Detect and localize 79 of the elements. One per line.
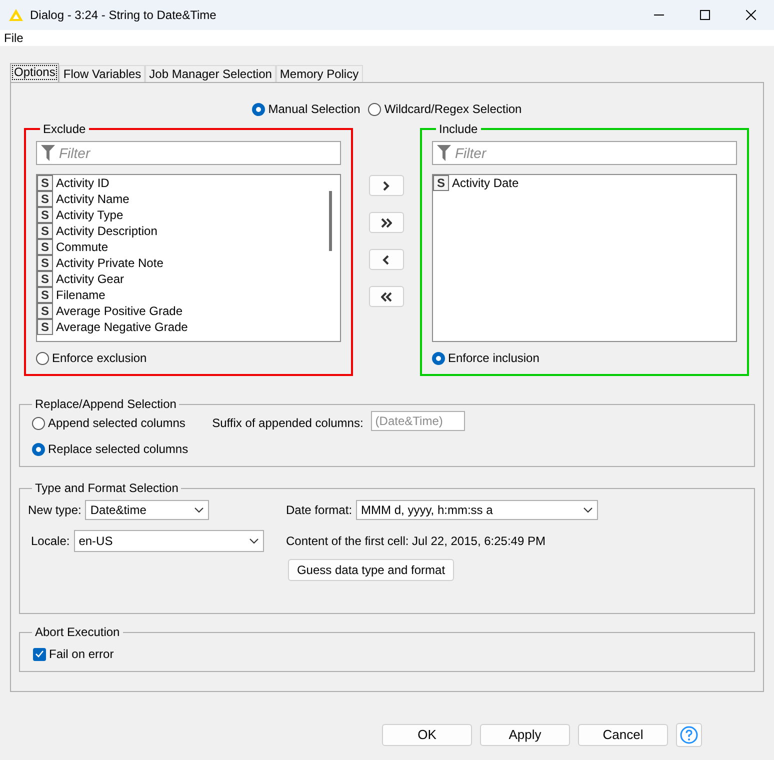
tab[interactable]: Job Manager Selection <box>145 65 276 82</box>
enforce-radio[interactable]: Enforce exclusion <box>36 349 147 367</box>
move-all-left-button[interactable] <box>369 286 404 307</box>
close-icon <box>746 10 756 20</box>
caret-icon <box>248 538 259 544</box>
scrollbar-thumb[interactable] <box>329 191 332 251</box>
radio-icon[interactable] <box>368 102 382 116</box>
column-type-tag: S <box>37 287 53 303</box>
group-title: Abort Execution <box>34 626 121 638</box>
radio-icon[interactable] <box>432 352 445 364</box>
field-label: Locale: <box>31 533 70 550</box>
column-type-tag: S <box>37 319 53 335</box>
caret-icon <box>194 507 204 513</box>
group-title: Exclude <box>42 123 87 135</box>
column-name[interactable]: Average Positive Grade <box>56 302 183 320</box>
dialog-button[interactable]: OK <box>382 724 472 746</box>
fail-on-error-checkbox[interactable]: Fail on error <box>33 645 114 663</box>
chevron-icon <box>381 218 392 228</box>
replace-mode-radio[interactable]: Replace selected columns <box>32 440 188 458</box>
tab[interactable]: Flow Variables <box>59 65 146 82</box>
dialog-button[interactable]: Cancel <box>578 724 668 746</box>
menu-item[interactable]: File <box>4 31 24 45</box>
selection-mode-radio[interactable]: Wildcard/Regex Selection <box>368 100 522 118</box>
group-title: Include <box>438 123 479 135</box>
column-name[interactable]: Commute <box>56 238 108 256</box>
column-type-tag: S <box>37 255 53 271</box>
help-button[interactable] <box>676 723 702 747</box>
column-name[interactable]: Activity Gear <box>56 270 124 288</box>
filter-field[interactable]: Filter <box>432 141 737 165</box>
field-label: New type: <box>28 502 82 519</box>
column-name[interactable]: Activity Type <box>56 206 124 224</box>
column-name[interactable]: Activity Name <box>56 190 130 208</box>
chevron-icon <box>381 292 392 302</box>
chevron-icon <box>381 180 392 190</box>
maximize-icon <box>700 10 710 20</box>
caret-icon <box>583 507 594 513</box>
guess-button[interactable]: Guess data type and format <box>288 559 454 581</box>
radio-icon[interactable] <box>252 102 266 116</box>
group-title: Type and Format Selection <box>34 482 180 494</box>
filter-icon <box>436 144 452 162</box>
move-left-button[interactable] <box>369 249 404 270</box>
radio-icon[interactable] <box>36 352 49 364</box>
column-type-tag: S <box>37 207 53 223</box>
column-name[interactable]: Filename <box>56 286 106 304</box>
column-type-tag: S <box>37 303 53 319</box>
locale-dropdown[interactable]: en-US <box>74 530 264 552</box>
date-format-dropdown[interactable]: MMM d, yyyy, h:mm:ss a <box>356 500 598 520</box>
group-title: Replace/Append Selection <box>34 398 178 410</box>
column-type-tag: S <box>37 239 53 255</box>
column-type-tag: S <box>37 191 53 207</box>
selection-mode-radio[interactable]: Manual Selection <box>252 100 360 118</box>
column-type-tag: S <box>37 223 53 239</box>
column-type-tag: S <box>433 175 449 191</box>
column-type-tag: S <box>37 175 53 191</box>
column-name[interactable]: Activity Private Note <box>56 254 164 272</box>
type-dropdown[interactable]: Date&time <box>85 500 210 520</box>
move-right-button[interactable] <box>369 175 404 196</box>
radio-icon[interactable] <box>32 416 45 430</box>
enforce-radio[interactable]: Enforce inclusion <box>432 349 540 367</box>
column-name[interactable]: Activity Date <box>452 175 519 192</box>
suffix-label: Suffix of appended columns: <box>212 415 364 432</box>
first-cell-text: Content of the first cell: Jul 22, 2015, 6:25:49 PM <box>286 533 546 550</box>
column-type-tag: S <box>37 271 53 287</box>
app-logo-icon <box>8 8 24 22</box>
help-icon <box>680 726 698 744</box>
filter-field[interactable]: Filter <box>36 141 341 165</box>
column-name[interactable]: Activity ID <box>56 175 110 192</box>
checkbox-icon[interactable] <box>33 648 46 660</box>
window-title: Dialog - 3:24 - String to Date&Time <box>30 7 218 24</box>
field-label: Date format: <box>286 502 352 519</box>
column-name[interactable]: Activity Description <box>56 222 158 240</box>
replace-mode-radio[interactable]: Append selected columns <box>32 414 188 432</box>
filter-icon <box>40 144 56 162</box>
column-name[interactable]: Average Negative Grade <box>56 318 188 336</box>
tab[interactable]: Options <box>10 63 60 82</box>
dialog-button[interactable]: Apply <box>480 724 570 746</box>
tab[interactable]: Memory Policy <box>276 65 363 82</box>
radio-icon[interactable] <box>32 442 45 456</box>
move-all-right-button[interactable] <box>369 212 404 233</box>
